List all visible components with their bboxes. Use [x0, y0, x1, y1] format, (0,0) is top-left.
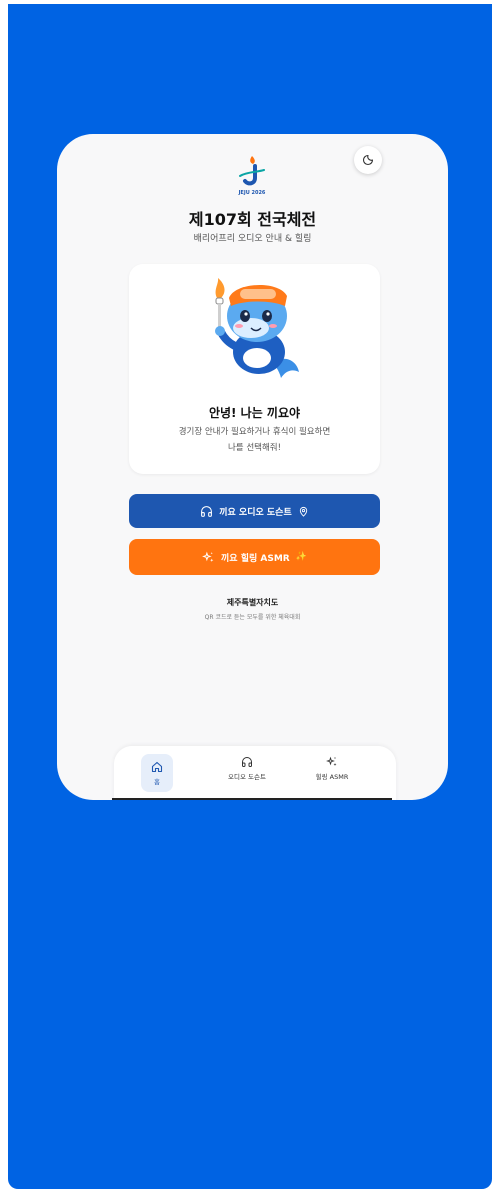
app-card: JEJU 2026 제107회 전국체전 배리어프리 오디오 안내 & 힐링 안… [57, 134, 448, 800]
mascot-greeting: 안녕! 나는 끼요야 [208, 406, 301, 420]
nav-item-healing-asmr[interactable]: 힐링 ASMR [302, 756, 362, 781]
theme-toggle-button[interactable] [354, 146, 382, 174]
mascot-description: 경기장 안내가 필요하거나 휴식이 필요하면 나를 선택해줘! [149, 424, 360, 456]
nav-asmr-label: 힐링 ASMR [315, 773, 349, 781]
home-icon [151, 761, 163, 772]
logo-text: JEJU 2026 [238, 190, 266, 196]
page-subtitle: 배리어프리 오디오 안내 & 힐링 [193, 234, 312, 244]
event-logo: JEJU 2026 [238, 156, 266, 196]
mascot-card: 안녕! 나는 끼요야 경기장 안내가 필요하거나 휴식이 필요하면 나를 선택해… [129, 264, 380, 474]
location-pin-icon [299, 506, 307, 517]
page-title: 제107회 전국체전 [188, 210, 317, 229]
moon-icon [362, 154, 374, 166]
healing-asmr-label: 끼요 힐링 ASMR [221, 553, 290, 564]
nav-home-label: 홈 [154, 777, 160, 786]
description-line-2: 나를 선택해줘! [227, 443, 282, 453]
headphones-icon [201, 505, 213, 517]
nav-item-home[interactable]: 홈 [141, 754, 173, 792]
sparkle-emoji-icon: ✨ [295, 552, 307, 562]
bottom-nav: 홈 오디오 도슨트 힐링 ASMR [114, 746, 396, 800]
audio-docent-button[interactable]: 끼요 오디오 도슨트 [129, 494, 380, 528]
nav-item-audio-docent[interactable]: 오디오 도슨트 [217, 756, 277, 781]
organization-name: 제주특별자치도 [226, 598, 279, 607]
organization-tagline: QR 코드로 듣는 모두를 위한 체육대회 [204, 614, 301, 621]
audio-docent-label: 끼요 오디오 도슨트 [219, 507, 292, 518]
nav-audio-label: 오디오 도슨트 [228, 773, 266, 781]
sparkles-icon [202, 551, 214, 562]
sparkles-icon [326, 756, 337, 766]
description-line-1: 경기장 안내가 필요하거나 휴식이 필요하면 [178, 427, 331, 437]
home-indicator-line [112, 798, 392, 800]
headphones-icon [242, 757, 252, 767]
mascot-dolphin-illustration [215, 278, 299, 378]
healing-asmr-button[interactable]: 끼요 힐링 ASMR ✨ [129, 539, 380, 575]
